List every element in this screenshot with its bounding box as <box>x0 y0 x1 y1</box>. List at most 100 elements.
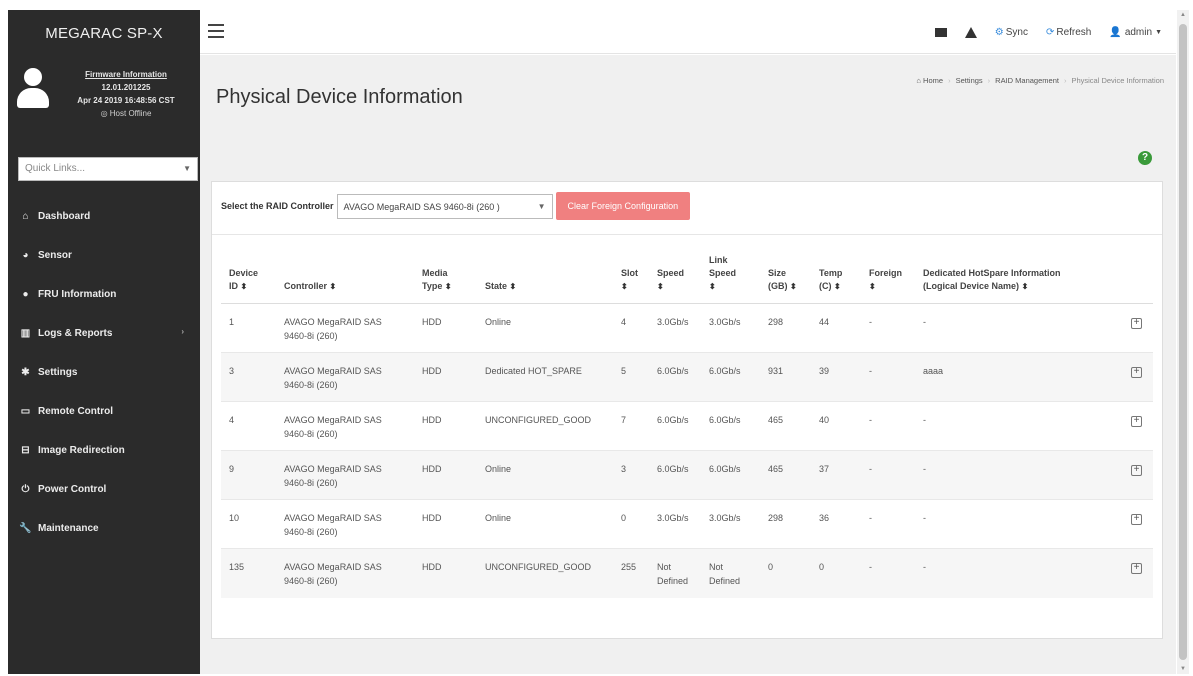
host-status-label: Host Offline <box>109 109 152 118</box>
cell-state: UNCONFIGURED_GOOD <box>477 548 613 598</box>
breadcrumb-raid-management[interactable]: RAID Management <box>995 76 1059 85</box>
col-size[interactable]: Size (GB) ⬍ <box>760 254 811 304</box>
host-status: ◎ Host Offline <box>56 107 196 120</box>
scroll-up-icon[interactable]: ▲ <box>1179 12 1187 18</box>
cell-slot: 255 <box>613 548 649 598</box>
menu-toggle-icon[interactable] <box>208 24 224 38</box>
alerts-button[interactable] <box>964 26 977 38</box>
sidebar-item-label: Dashboard <box>38 211 91 222</box>
col-media-type[interactable]: Media Type ⬍ <box>414 254 477 304</box>
breadcrumb-separator: › <box>948 76 951 85</box>
expand-icon[interactable]: + <box>1131 318 1142 329</box>
sort-icon[interactable]: ⬍ <box>790 282 797 291</box>
sort-icon[interactable]: ⬍ <box>657 282 664 291</box>
sort-icon[interactable]: ⬍ <box>330 282 337 291</box>
cell-state: Dedicated HOT_SPARE <box>477 352 613 402</box>
sort-icon[interactable]: ⬍ <box>621 282 628 291</box>
col-controller[interactable]: Controller ⬍ <box>276 254 414 304</box>
help-icon[interactable]: ? <box>1138 151 1152 165</box>
chevron-right-icon: › <box>181 327 184 336</box>
raid-controller-select[interactable]: AVAGO MegaRAID SAS 9460-8i (260 ) ▼ <box>336 193 553 219</box>
expand-icon[interactable]: + <box>1131 416 1142 427</box>
sidebar-item-power-control[interactable]: ⏻ Power Control <box>8 470 200 509</box>
clear-foreign-config-button[interactable]: Clear Foreign Configuration <box>555 192 691 220</box>
sync-label: Sync <box>1005 26 1028 38</box>
sort-icon[interactable]: ⬍ <box>241 282 248 291</box>
breadcrumb-settings[interactable]: Settings <box>956 76 983 85</box>
page-scrollbar[interactable]: ▲ ▼ <box>1177 10 1189 674</box>
table-row[interactable]: 9 AVAGO MegaRAID SAS 9460-8i (260) HDD On… <box>221 450 1153 500</box>
sidebar-item-maintenance[interactable]: 🔧 Maintenance <box>8 509 200 548</box>
cell-hotspare: - <box>915 499 1123 549</box>
expand-icon[interactable]: + <box>1131 514 1142 525</box>
user-menu[interactable]: 👤 admin ▼ <box>1109 27 1162 38</box>
col-link-speed[interactable]: Link Speed ⬍ <box>701 254 760 304</box>
table-row[interactable]: 4 AVAGO MegaRAID SAS 9460-8i (260) HDD UN… <box>221 401 1153 451</box>
sort-icon[interactable]: ⬍ <box>1022 282 1029 291</box>
sort-icon[interactable]: ⬍ <box>709 282 716 291</box>
sidebar-nav: ⌂ Dashboard ◕ Sensor ● FRU Information ▥ Log… <box>8 197 200 548</box>
col-foreign[interactable]: Foreign ⬍ <box>861 254 915 304</box>
col-speed[interactable]: Speed ⬍ <box>649 254 701 304</box>
sidebar-item-label: Remote Control <box>38 406 113 417</box>
sidebar-item-image-redirection[interactable]: ⊟ Image Redirection <box>8 431 200 470</box>
sort-icon[interactable]: ⬍ <box>834 282 841 291</box>
cell-device-id: 3 <box>221 352 276 402</box>
col-temp[interactable]: Temp (C) ⬍ <box>811 254 861 304</box>
cell-state: UNCONFIGURED_GOOD <box>477 401 613 451</box>
scrollbar-thumb[interactable] <box>1179 24 1187 660</box>
quick-links-select[interactable]: Quick Links... ▼ <box>18 157 198 181</box>
cell-hotspare: - <box>915 548 1123 598</box>
cell-media-type: HDD <box>414 303 477 353</box>
sidebar-item-remote-control[interactable]: ▭ Remote Control <box>8 392 200 431</box>
table-row[interactable]: 3 AVAGO MegaRAID SAS 9460-8i (260) HDD De… <box>221 352 1153 402</box>
sidebar-item-logs-reports[interactable]: ▥ Logs & Reports › <box>8 314 200 353</box>
refresh-button[interactable]: ⟳ Refresh <box>1046 27 1091 38</box>
sidebar-item-sensor[interactable]: ◕ Sensor <box>8 236 200 275</box>
user-panel: Firmware Information 12.01.201225 Apr 24… <box>8 56 200 148</box>
controller-label: Select the RAID Controller <box>221 201 334 211</box>
sidebar-item-fru-information[interactable]: ● FRU Information <box>8 275 200 314</box>
cell-foreign: - <box>861 352 915 402</box>
sidebar-item-label: Logs & Reports <box>38 328 113 339</box>
firmware-info-link[interactable]: Firmware Information <box>56 68 196 81</box>
sidebar-item-settings[interactable]: ✱ Settings <box>8 353 200 392</box>
table-row[interactable]: 1 AVAGO MegaRAID SAS 9460-8i (260) HDD On… <box>221 303 1153 353</box>
sidebar-item-dashboard[interactable]: ⌂ Dashboard <box>8 197 200 236</box>
col-device-id[interactable]: Device ID ⬍ <box>221 254 276 304</box>
refresh-icon: ⟳ <box>1045 26 1055 38</box>
breadcrumb: ⌂ Home › Settings › RAID Management › Ph… <box>916 76 1164 85</box>
cell-temp: 44 <box>811 303 861 353</box>
breadcrumb-home[interactable]: Home <box>923 76 943 85</box>
cell-media-type: HDD <box>414 548 477 598</box>
table-row[interactable]: 135 AVAGO MegaRAID SAS 9460-8i (260) HDD … <box>221 548 1153 598</box>
cell-controller: AVAGO MegaRAID SAS 9460-8i (260) <box>276 548 414 598</box>
messages-button[interactable] <box>934 27 947 37</box>
home-icon: ⌂ <box>22 211 29 222</box>
cell-controller: AVAGO MegaRAID SAS 9460-8i (260) <box>276 401 414 451</box>
cell-controller: AVAGO MegaRAID SAS 9460-8i (260) <box>276 352 414 402</box>
brand-title[interactable]: MEGARAC SP-X <box>8 10 200 56</box>
sidebar-item-label: Power Control <box>38 484 107 495</box>
sidebar-item-label: Image Redirection <box>38 445 125 456</box>
cell-speed: Not Defined <box>649 548 701 598</box>
chevron-down-icon: ▼ <box>183 164 191 173</box>
table-row[interactable]: 10 AVAGO MegaRAID SAS 9460-8i (260) HDD O… <box>221 499 1153 549</box>
cell-hotspare: - <box>915 401 1123 451</box>
col-slot[interactable]: Slot ⬍ <box>613 254 649 304</box>
cell-state: Online <box>477 499 613 549</box>
expand-icon[interactable]: + <box>1131 465 1142 476</box>
expand-icon[interactable]: + <box>1131 367 1142 378</box>
col-state[interactable]: State ⬍ <box>477 254 613 304</box>
sort-icon[interactable]: ⬍ <box>445 282 452 291</box>
sort-icon[interactable]: ⬍ <box>510 282 517 291</box>
cell-temp: 40 <box>811 401 861 451</box>
cell-device-id: 10 <box>221 499 276 549</box>
expand-icon[interactable]: + <box>1131 563 1142 574</box>
scroll-down-icon[interactable]: ▼ <box>1179 666 1187 672</box>
gear-icon: ✱ <box>21 367 30 378</box>
col-hotspare[interactable]: Dedicated HotSpare Information (Logical D… <box>915 254 1123 304</box>
cell-state: Online <box>477 450 613 500</box>
sort-icon[interactable]: ⬍ <box>869 282 876 291</box>
sync-button[interactable]: ⚙ Sync <box>995 27 1028 38</box>
